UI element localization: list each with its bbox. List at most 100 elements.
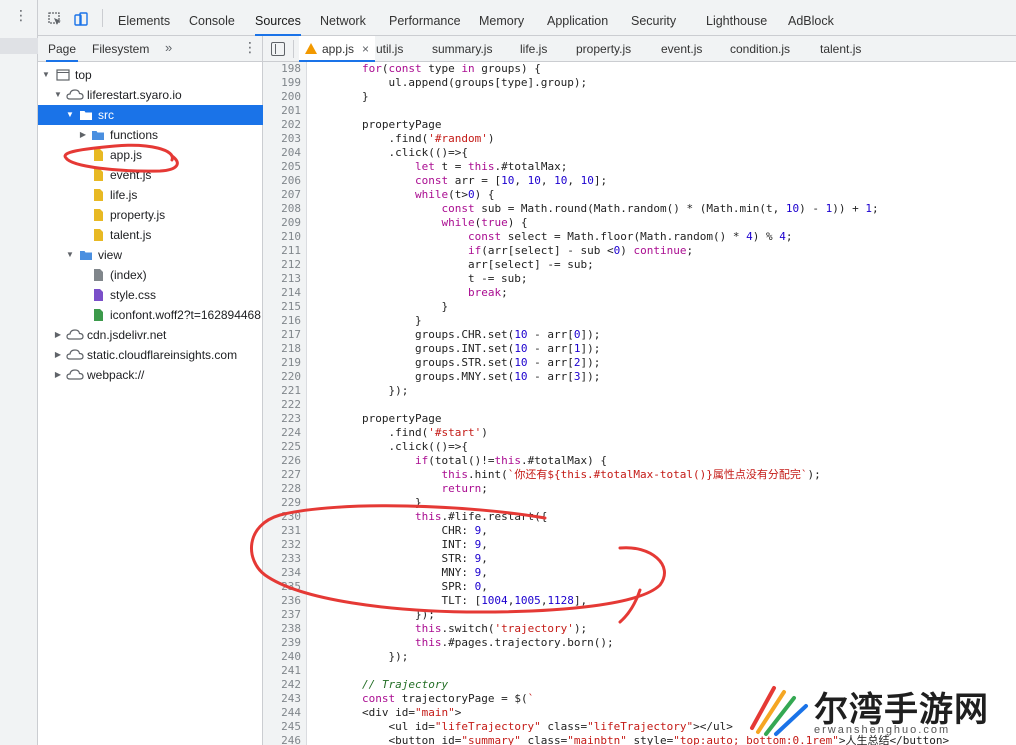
tree-item-index[interactable]: (index) bbox=[38, 265, 263, 285]
editor-tab-util-js[interactable]: util.js bbox=[376, 36, 403, 62]
toggle-navigator-icon[interactable] bbox=[271, 42, 285, 56]
line-number[interactable]: 226 bbox=[263, 454, 301, 468]
code-line[interactable]: 238 this.switch('trajectory'); bbox=[263, 622, 1016, 636]
line-number[interactable]: 238 bbox=[263, 622, 301, 636]
tab-elements[interactable]: Elements bbox=[118, 0, 170, 36]
code-line[interactable]: 198 for(const type in groups) { bbox=[263, 62, 1016, 76]
line-number[interactable]: 218 bbox=[263, 342, 301, 356]
editor-tab-condition-js[interactable]: condition.js bbox=[730, 36, 790, 62]
editor-tab-life-js[interactable]: life.js bbox=[520, 36, 547, 62]
line-number[interactable]: 209 bbox=[263, 216, 301, 230]
line-number[interactable]: 236 bbox=[263, 594, 301, 608]
collapsed-triangle-icon[interactable]: ▶ bbox=[53, 345, 63, 365]
tree-item-view[interactable]: ▼ view bbox=[38, 245, 263, 265]
menu-kebab-icon[interactable]: ⋮ bbox=[14, 8, 28, 30]
line-number[interactable]: 229 bbox=[263, 496, 301, 510]
code-line[interactable]: 235 SPR: 0, bbox=[263, 580, 1016, 594]
line-number[interactable]: 214 bbox=[263, 286, 301, 300]
code-line[interactable]: 209 while(true) { bbox=[263, 216, 1016, 230]
expanded-triangle-icon[interactable]: ▼ bbox=[53, 85, 63, 105]
code-line[interactable]: 225 .click(()=>{ bbox=[263, 440, 1016, 454]
tab-performance[interactable]: Performance bbox=[389, 0, 461, 36]
code-line[interactable]: 239 this.#pages.trajectory.born(); bbox=[263, 636, 1016, 650]
line-number[interactable]: 232 bbox=[263, 538, 301, 552]
tree-item-iconfont[interactable]: iconfont.woff2?t=162894468 bbox=[38, 305, 263, 325]
code-line[interactable]: 236 TLT: [1004,1005,1128], bbox=[263, 594, 1016, 608]
line-number[interactable]: 210 bbox=[263, 230, 301, 244]
code-line[interactable]: 224 .find('#start') bbox=[263, 426, 1016, 440]
line-number[interactable]: 200 bbox=[263, 90, 301, 104]
line-number[interactable]: 213 bbox=[263, 272, 301, 286]
code-line[interactable]: 213 t -= sub; bbox=[263, 272, 1016, 286]
tree-item-cdn-jsdelivr[interactable]: ▶ cdn.jsdelivr.net bbox=[38, 325, 263, 345]
line-number[interactable]: 224 bbox=[263, 426, 301, 440]
code-line[interactable]: 226 if(total()!=this.#totalMax) { bbox=[263, 454, 1016, 468]
navigator-menu-icon[interactable]: ⋮ bbox=[243, 39, 257, 56]
tab-security[interactable]: Security bbox=[631, 0, 676, 36]
tab-application[interactable]: Application bbox=[547, 0, 608, 36]
line-number[interactable]: 208 bbox=[263, 202, 301, 216]
line-number[interactable]: 202 bbox=[263, 118, 301, 132]
code-line[interactable]: 231 CHR: 9, bbox=[263, 524, 1016, 538]
collapsed-triangle-icon[interactable]: ▶ bbox=[53, 325, 63, 345]
line-number[interactable]: 199 bbox=[263, 76, 301, 90]
line-number[interactable]: 225 bbox=[263, 440, 301, 454]
code-line[interactable]: 230 this.#life.restart({ bbox=[263, 510, 1016, 524]
line-number[interactable]: 212 bbox=[263, 258, 301, 272]
editor-tab-event-js[interactable]: event.js bbox=[661, 36, 702, 62]
line-number[interactable]: 240 bbox=[263, 650, 301, 664]
line-number[interactable]: 205 bbox=[263, 160, 301, 174]
tree-item-functions[interactable]: ▶ functions bbox=[38, 125, 263, 145]
code-line[interactable]: 220 groups.MNY.set(10 - arr[3]); bbox=[263, 370, 1016, 384]
editor-tab-property-js[interactable]: property.js bbox=[576, 36, 631, 62]
tab-page[interactable]: Page bbox=[46, 36, 79, 62]
tree-item-event-js[interactable]: event.js bbox=[38, 165, 263, 185]
inspect-element-icon[interactable] bbox=[48, 12, 62, 26]
code-line[interactable]: 237 }); bbox=[263, 608, 1016, 622]
tree-item-life-js[interactable]: life.js bbox=[38, 185, 263, 205]
tab-adblock[interactable]: AdBlock bbox=[788, 0, 834, 36]
close-tab-icon[interactable]: × bbox=[362, 42, 369, 56]
line-number[interactable]: 204 bbox=[263, 146, 301, 160]
expanded-triangle-icon[interactable]: ▼ bbox=[41, 65, 51, 85]
code-line[interactable]: 206 const arr = [10, 10, 10, 10]; bbox=[263, 174, 1016, 188]
code-line[interactable]: 229 } bbox=[263, 496, 1016, 510]
line-number[interactable]: 215 bbox=[263, 300, 301, 314]
line-number[interactable]: 201 bbox=[263, 104, 301, 118]
code-line[interactable]: 228 return; bbox=[263, 482, 1016, 496]
collapsed-triangle-icon[interactable]: ▶ bbox=[53, 365, 63, 385]
line-number[interactable]: 242 bbox=[263, 678, 301, 692]
line-number[interactable]: 235 bbox=[263, 580, 301, 594]
line-number[interactable]: 216 bbox=[263, 314, 301, 328]
editor-tab-summary-js[interactable]: summary.js bbox=[432, 36, 492, 62]
code-line[interactable]: 205 let t = this.#totalMax; bbox=[263, 160, 1016, 174]
line-number[interactable]: 233 bbox=[263, 552, 301, 566]
line-number[interactable]: 239 bbox=[263, 636, 301, 650]
code-line[interactable]: 221 }); bbox=[263, 384, 1016, 398]
tree-item-style-css[interactable]: style.css bbox=[38, 285, 263, 305]
tab-memory[interactable]: Memory bbox=[479, 0, 524, 36]
line-number[interactable]: 223 bbox=[263, 412, 301, 426]
code-line[interactable]: 233 STR: 9, bbox=[263, 552, 1016, 566]
line-number[interactable]: 243 bbox=[263, 692, 301, 706]
code-editor[interactable]: 198 for(const type in groups) {199 ul.ap… bbox=[263, 62, 1016, 745]
line-number[interactable]: 220 bbox=[263, 370, 301, 384]
line-number[interactable]: 198 bbox=[263, 62, 301, 76]
line-number[interactable]: 234 bbox=[263, 566, 301, 580]
code-line[interactable]: 212 arr[select] -= sub; bbox=[263, 258, 1016, 272]
line-number[interactable]: 211 bbox=[263, 244, 301, 258]
tab-console[interactable]: Console bbox=[189, 0, 235, 36]
line-number[interactable]: 231 bbox=[263, 524, 301, 538]
tab-network[interactable]: Network bbox=[320, 0, 366, 36]
code-line[interactable]: 203 .find('#random') bbox=[263, 132, 1016, 146]
line-number[interactable]: 222 bbox=[263, 398, 301, 412]
line-number[interactable]: 241 bbox=[263, 664, 301, 678]
tree-item-src[interactable]: ▼ src bbox=[38, 105, 263, 125]
code-line[interactable]: 227 this.hint(`你还有${this.#totalMax-total… bbox=[263, 468, 1016, 482]
code-line[interactable]: 215 } bbox=[263, 300, 1016, 314]
line-number[interactable]: 207 bbox=[263, 188, 301, 202]
code-line[interactable]: 211 if(arr[select] - sub <0) continue; bbox=[263, 244, 1016, 258]
expanded-triangle-icon[interactable]: ▼ bbox=[65, 105, 75, 125]
line-number[interactable]: 230 bbox=[263, 510, 301, 524]
code-line[interactable]: 223 propertyPage bbox=[263, 412, 1016, 426]
